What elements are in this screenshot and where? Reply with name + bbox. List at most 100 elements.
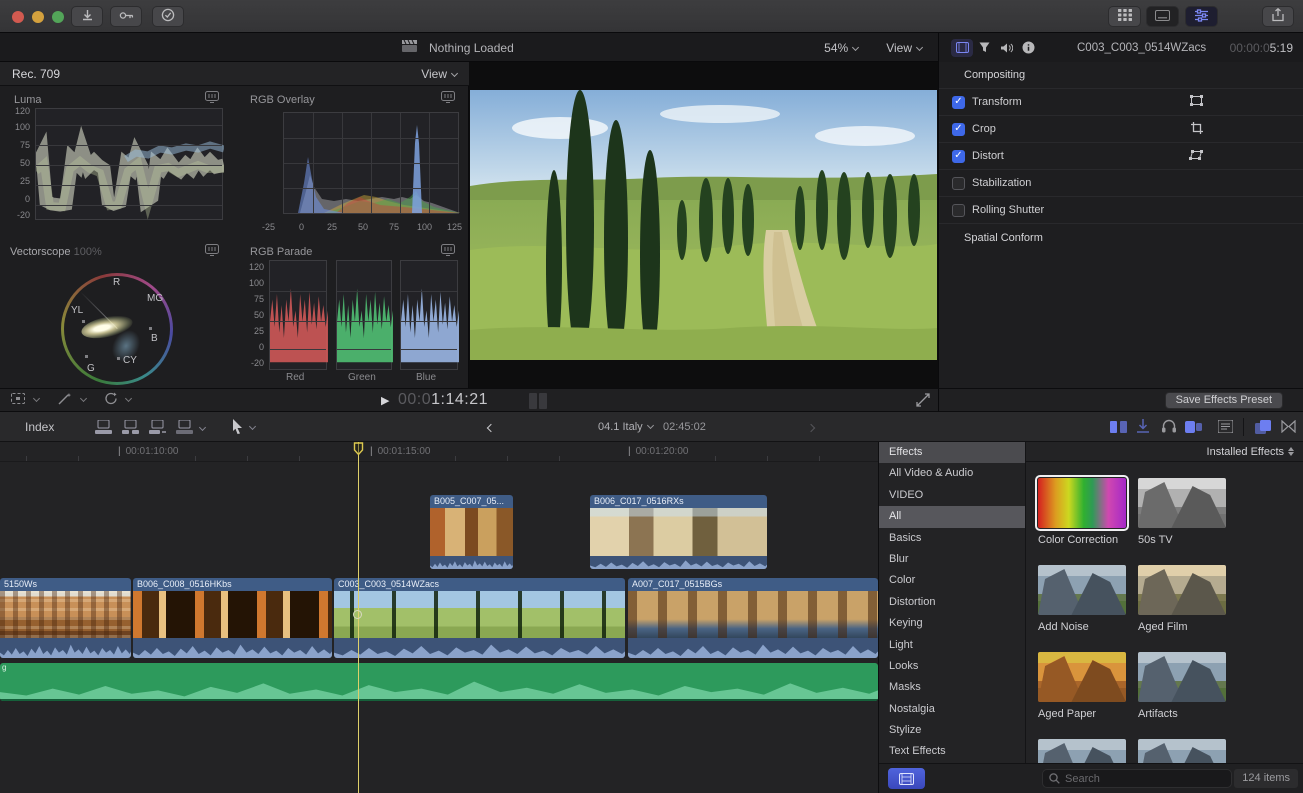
- viewer-zoom-select[interactable]: 54%: [824, 41, 860, 55]
- info-icon[interactable]: [1017, 39, 1039, 57]
- category-video-header[interactable]: VIDEO: [879, 485, 1025, 506]
- category-all-video-audio[interactable]: All Video & Audio: [879, 463, 1025, 484]
- retime-menu[interactable]: [104, 392, 133, 405]
- save-effects-preset-button[interactable]: Save Effects Preset: [1164, 392, 1283, 409]
- select-tool-menu[interactable]: [232, 419, 257, 434]
- category-distortion[interactable]: Distortion: [879, 592, 1025, 613]
- category-color[interactable]: Color: [879, 570, 1025, 591]
- timeline-toggle-button[interactable]: [1146, 6, 1179, 27]
- effects-browser-icon[interactable]: [1255, 420, 1271, 434]
- rgb-parade-settings-icon[interactable]: [441, 244, 455, 259]
- next-item-icon[interactable]: [806, 422, 816, 434]
- trim-icon[interactable]: [1110, 421, 1127, 433]
- background-tasks-button[interactable]: [152, 6, 184, 27]
- browser-toggle-button[interactable]: [1108, 6, 1141, 27]
- audio-meter[interactable]: [539, 393, 547, 409]
- audio-clip[interactable]: g: [0, 663, 878, 701]
- effect-thumbnail[interactable]: [1138, 478, 1226, 528]
- category-text-effects[interactable]: Text Effects: [879, 741, 1025, 762]
- connect-clip-button[interactable]: [95, 420, 112, 434]
- connected-clip[interactable]: B006_C017_0516RXs: [590, 495, 767, 569]
- effect-item[interactable]: Aged Film: [1138, 565, 1230, 633]
- luma-settings-icon[interactable]: [205, 91, 219, 106]
- transform-icon[interactable]: [1190, 95, 1203, 109]
- effect-thumbnail[interactable]: [1138, 565, 1226, 615]
- primary-clip[interactable]: C003_C003_0514WZacs: [334, 578, 625, 658]
- category-all[interactable]: All: [879, 506, 1025, 528]
- inspector-toggle-button[interactable]: [1185, 6, 1218, 27]
- share-button[interactable]: [1262, 6, 1294, 27]
- play-button[interactable]: ▶: [381, 394, 389, 407]
- snapping-icon[interactable]: [1137, 419, 1149, 434]
- crop-checkbox[interactable]: ✓: [952, 122, 965, 136]
- effect-item[interactable]: [1138, 739, 1230, 763]
- effect-thumbnail[interactable]: [1138, 739, 1226, 763]
- expand-viewer-icon[interactable]: [916, 393, 930, 410]
- effect-item[interactable]: Add Noise: [1038, 565, 1130, 633]
- inspector-row-distort[interactable]: ✓ Distort: [939, 143, 1303, 170]
- index-button[interactable]: Index: [25, 420, 54, 434]
- distort-checkbox[interactable]: ✓: [952, 149, 965, 163]
- append-clip-button[interactable]: [149, 420, 166, 434]
- project-name-menu[interactable]: 04.1 Italy: [598, 421, 654, 433]
- sort-toggle-icon[interactable]: [1288, 447, 1294, 456]
- inspector-row-compositing[interactable]: Compositing: [939, 62, 1303, 89]
- category-looks[interactable]: Looks: [879, 656, 1025, 677]
- category-blur[interactable]: Blur: [879, 549, 1025, 570]
- effect-item[interactable]: 50s TV: [1138, 478, 1230, 546]
- category-light[interactable]: Light: [879, 635, 1025, 656]
- zoom-window-button[interactable]: [52, 11, 64, 23]
- effects-filter-icon[interactable]: [973, 39, 995, 57]
- timeline-appearance-icon[interactable]: [1218, 420, 1233, 433]
- search-input[interactable]: [1065, 772, 1205, 785]
- effect-item[interactable]: Aged Paper: [1038, 652, 1130, 720]
- effect-item[interactable]: [1038, 739, 1130, 763]
- transitions-browser-icon[interactable]: [1281, 420, 1296, 433]
- category-basics[interactable]: Basics: [879, 528, 1025, 549]
- effect-item[interactable]: Color Correction: [1035, 475, 1130, 546]
- primary-clip[interactable]: A007_C017_0515BGs: [628, 578, 878, 658]
- viewer-view-menu[interactable]: View: [886, 41, 924, 55]
- audio-icon[interactable]: [995, 39, 1017, 57]
- effects-search-field[interactable]: [1042, 769, 1232, 788]
- viewer-overlay-menu[interactable]: [10, 392, 41, 405]
- category-effects[interactable]: Effects: [879, 442, 1025, 464]
- effect-thumbnail[interactable]: [1038, 565, 1126, 615]
- insert-clip-button[interactable]: [122, 420, 139, 434]
- category-keying[interactable]: Keying: [879, 613, 1025, 634]
- inspector-row-crop[interactable]: ✓ Crop: [939, 116, 1303, 143]
- solo-icon[interactable]: [1185, 421, 1202, 433]
- minimize-window-button[interactable]: [32, 11, 44, 23]
- effect-thumbnail[interactable]: [1038, 652, 1126, 702]
- audio-meter[interactable]: [529, 393, 537, 409]
- transform-checkbox[interactable]: ✓: [952, 95, 965, 109]
- crop-icon[interactable]: [1191, 121, 1203, 137]
- enhancements-menu[interactable]: [58, 392, 88, 405]
- overwrite-clip-button[interactable]: [176, 420, 207, 434]
- previous-item-icon[interactable]: [486, 422, 496, 434]
- close-window-button[interactable]: [12, 11, 24, 23]
- vectorscope-settings-icon[interactable]: [205, 244, 219, 259]
- effect-item[interactable]: Artifacts: [1138, 652, 1230, 720]
- installed-effects-header[interactable]: Installed Effects: [1026, 442, 1303, 462]
- distort-icon[interactable]: [1189, 149, 1203, 163]
- effect-thumbnail[interactable]: [1035, 475, 1129, 531]
- keywords-button[interactable]: [110, 6, 142, 27]
- effect-thumbnail[interactable]: [1038, 739, 1126, 763]
- timeline-area[interactable]: | 00:01:10:00 | 00:01:15:00 | 00:01:20:00 B…: [0, 442, 878, 793]
- inspector-row-spatial-conform[interactable]: Spatial Conform: [939, 224, 1303, 251]
- category-stylize[interactable]: Stylize: [879, 720, 1025, 741]
- category-nostalgia[interactable]: Nostalgia: [879, 699, 1025, 720]
- import-button[interactable]: [71, 6, 103, 27]
- primary-clip[interactable]: 5150Ws: [0, 578, 131, 658]
- timeline-ruler[interactable]: | 00:01:10:00 | 00:01:15:00 | 00:01:20:00: [0, 442, 878, 462]
- rgb-overlay-settings-icon[interactable]: [441, 91, 455, 106]
- video-inspector-icon[interactable]: [951, 38, 973, 57]
- effect-thumbnail[interactable]: [1138, 652, 1226, 702]
- inspector-row-rolling-shutter[interactable]: Rolling Shutter: [939, 197, 1303, 224]
- audio-skimming-icon[interactable]: [1162, 419, 1176, 433]
- category-masks[interactable]: Masks: [879, 677, 1025, 698]
- primary-clip[interactable]: B006_C008_0516HKbs: [133, 578, 332, 658]
- connected-clip[interactable]: B005_C007_05...: [430, 495, 513, 569]
- inspector-row-stabilization[interactable]: Stabilization: [939, 170, 1303, 197]
